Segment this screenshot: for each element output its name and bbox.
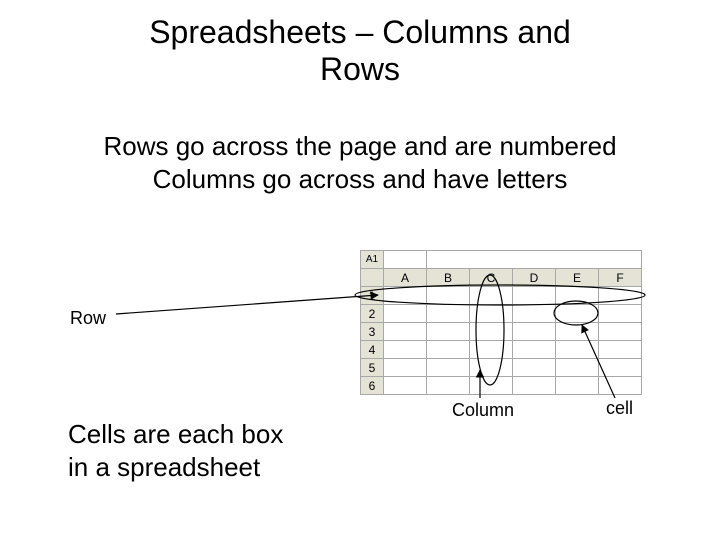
cell <box>427 359 470 377</box>
cell <box>556 359 599 377</box>
col-header-E: E <box>556 269 599 287</box>
cell <box>556 341 599 359</box>
cell <box>427 305 470 323</box>
cell <box>427 287 470 305</box>
grid-row: 6 <box>361 377 642 395</box>
grid-row: 1 <box>361 287 642 305</box>
row-header-2: 2 <box>361 305 384 323</box>
formula-bar <box>427 251 642 269</box>
grid-row: 4 <box>361 341 642 359</box>
slide-body: Rows go across the page and are numbered… <box>0 130 720 195</box>
cell <box>599 377 642 395</box>
cell <box>556 323 599 341</box>
grid-row: 3 <box>361 323 642 341</box>
row-header-6: 6 <box>361 377 384 395</box>
cell <box>513 359 556 377</box>
cell <box>384 359 427 377</box>
cell <box>384 287 427 305</box>
col-header-B: B <box>427 269 470 287</box>
slide-title: Spreadsheets – Columns and Rows <box>0 14 720 88</box>
cell <box>384 341 427 359</box>
cell <box>470 323 513 341</box>
cell <box>599 359 642 377</box>
row-header-4: 4 <box>361 341 384 359</box>
cell <box>427 377 470 395</box>
row-label: Row <box>70 308 106 329</box>
select-all-corner <box>361 269 384 287</box>
cells-def-line2: in a spreadsheet <box>68 452 260 482</box>
col-header-A: A <box>384 269 427 287</box>
body-line1: Rows go across the page and are numbered <box>103 131 616 161</box>
row-header-1: 1 <box>361 287 384 305</box>
body-line2: Columns go across and have letters <box>153 164 568 194</box>
cell-label: cell <box>606 398 633 419</box>
title-line1: Spreadsheets – Columns and <box>149 14 571 50</box>
cell <box>513 341 556 359</box>
row-arrow <box>116 295 378 314</box>
cell <box>470 377 513 395</box>
cell <box>470 341 513 359</box>
cell <box>384 305 427 323</box>
cell <box>427 341 470 359</box>
cell <box>599 323 642 341</box>
column-header-row: A B C D E F <box>361 269 642 287</box>
row-header-5: 5 <box>361 359 384 377</box>
col-header-C: C <box>470 269 513 287</box>
cells-def-line1: Cells are each box <box>68 419 283 449</box>
cell <box>384 377 427 395</box>
cell <box>427 323 470 341</box>
cell <box>599 341 642 359</box>
cell <box>384 323 427 341</box>
cell <box>556 287 599 305</box>
cell <box>599 287 642 305</box>
cell <box>513 305 556 323</box>
cell <box>556 377 599 395</box>
cell <box>513 323 556 341</box>
spreadsheet-graphic: A1 A B C D E F 1 2 3 4 5 6 <box>360 250 642 395</box>
name-box: A1 <box>361 251 384 269</box>
cell <box>599 305 642 323</box>
cells-definition: Cells are each box in a spreadsheet <box>68 418 328 483</box>
cell <box>556 305 599 323</box>
grid-row: 2 <box>361 305 642 323</box>
row-header-3: 3 <box>361 323 384 341</box>
col-header-D: D <box>513 269 556 287</box>
cell <box>470 359 513 377</box>
formula-bar-left <box>384 251 427 269</box>
cell <box>513 287 556 305</box>
cell <box>513 377 556 395</box>
column-label: Column <box>452 400 514 421</box>
namebox-row: A1 <box>361 251 642 269</box>
slide: Spreadsheets – Columns and Rows Rows go … <box>0 0 720 540</box>
title-line2: Rows <box>320 51 400 87</box>
cell <box>470 305 513 323</box>
col-header-F: F <box>599 269 642 287</box>
grid-row: 5 <box>361 359 642 377</box>
cell <box>470 287 513 305</box>
